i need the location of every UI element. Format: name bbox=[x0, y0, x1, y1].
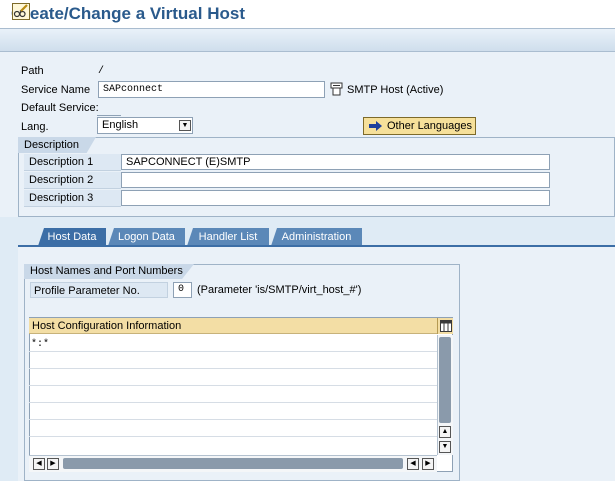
tab-logon-data[interactable]: Logon Data bbox=[108, 228, 185, 246]
profile-param-hint: (Parameter 'is/SMTP/virt_host_#') bbox=[197, 284, 362, 296]
host-config-table bbox=[29, 317, 453, 472]
description-2-label: Description 2 bbox=[24, 172, 121, 189]
smtp-host-label: SMTP Host (Active) bbox=[347, 84, 444, 96]
application-toolbar bbox=[0, 29, 615, 52]
horizontal-scroll-thumb[interactable] bbox=[63, 458, 403, 469]
arrow-right-icon bbox=[369, 121, 382, 131]
row-divider bbox=[29, 436, 437, 437]
other-languages-button[interactable]: Other Languages bbox=[363, 117, 476, 135]
description-1-field[interactable]: SAPCONNECT (E)SMTP bbox=[121, 154, 550, 170]
scroll-left-icon[interactable]: ◀ bbox=[33, 458, 45, 470]
scroll-up-icon[interactable]: ▲ bbox=[439, 426, 451, 438]
tab-administration[interactable]: Administration bbox=[271, 228, 362, 246]
default-service-label: Default Service: bbox=[21, 102, 99, 114]
description-2-field[interactable] bbox=[121, 172, 550, 188]
table-row[interactable]: *:* bbox=[31, 337, 49, 352]
chevron-down-icon[interactable]: ▼ bbox=[179, 120, 191, 131]
table-column-header[interactable]: Host Configuration Information bbox=[29, 318, 437, 334]
row-divider bbox=[29, 368, 437, 369]
row-divider bbox=[29, 419, 437, 420]
row-divider bbox=[29, 351, 437, 352]
pencil-glasses-icon bbox=[13, 4, 28, 18]
lang-value: English bbox=[102, 119, 139, 131]
description-3-field[interactable] bbox=[121, 190, 550, 206]
scroll-left-icon[interactable]: ◀ bbox=[407, 458, 419, 470]
path-label: Path bbox=[21, 65, 44, 77]
row-divider bbox=[29, 402, 437, 403]
lang-label: Lang. bbox=[21, 121, 49, 133]
path-value: / bbox=[98, 66, 105, 77]
server-icon bbox=[330, 82, 343, 96]
scroll-right-icon[interactable]: ▶ bbox=[422, 458, 434, 470]
profile-param-field[interactable]: 0 bbox=[173, 282, 192, 298]
display-change-button[interactable] bbox=[12, 3, 30, 20]
host-names-group-title: Host Names and Port Numbers bbox=[24, 264, 194, 279]
other-languages-label: Other Languages bbox=[387, 120, 473, 132]
row-divider bbox=[29, 385, 437, 386]
page-title: Create/Change a Virtual Host bbox=[11, 4, 245, 23]
description-group-title: Description bbox=[18, 137, 96, 153]
scroll-down-icon[interactable]: ▼ bbox=[439, 441, 451, 453]
service-name-label: Service Name bbox=[21, 84, 91, 96]
tab-handler-list[interactable]: Handler List bbox=[187, 228, 269, 246]
scroll-right-icon[interactable]: ▶ bbox=[47, 458, 59, 470]
default-service-field[interactable] bbox=[97, 115, 121, 116]
table-settings-icon bbox=[440, 320, 452, 332]
table-settings-button[interactable] bbox=[437, 318, 453, 334]
description-3-label: Description 3 bbox=[24, 190, 121, 207]
vertical-scroll-thumb[interactable] bbox=[439, 337, 451, 423]
description-1-label: Description 1 bbox=[24, 154, 121, 171]
tab-host-data[interactable]: Host Data bbox=[38, 228, 106, 246]
profile-param-label: Profile Parameter No. bbox=[30, 282, 168, 298]
service-name-field[interactable]: SAPconnect bbox=[98, 81, 325, 98]
